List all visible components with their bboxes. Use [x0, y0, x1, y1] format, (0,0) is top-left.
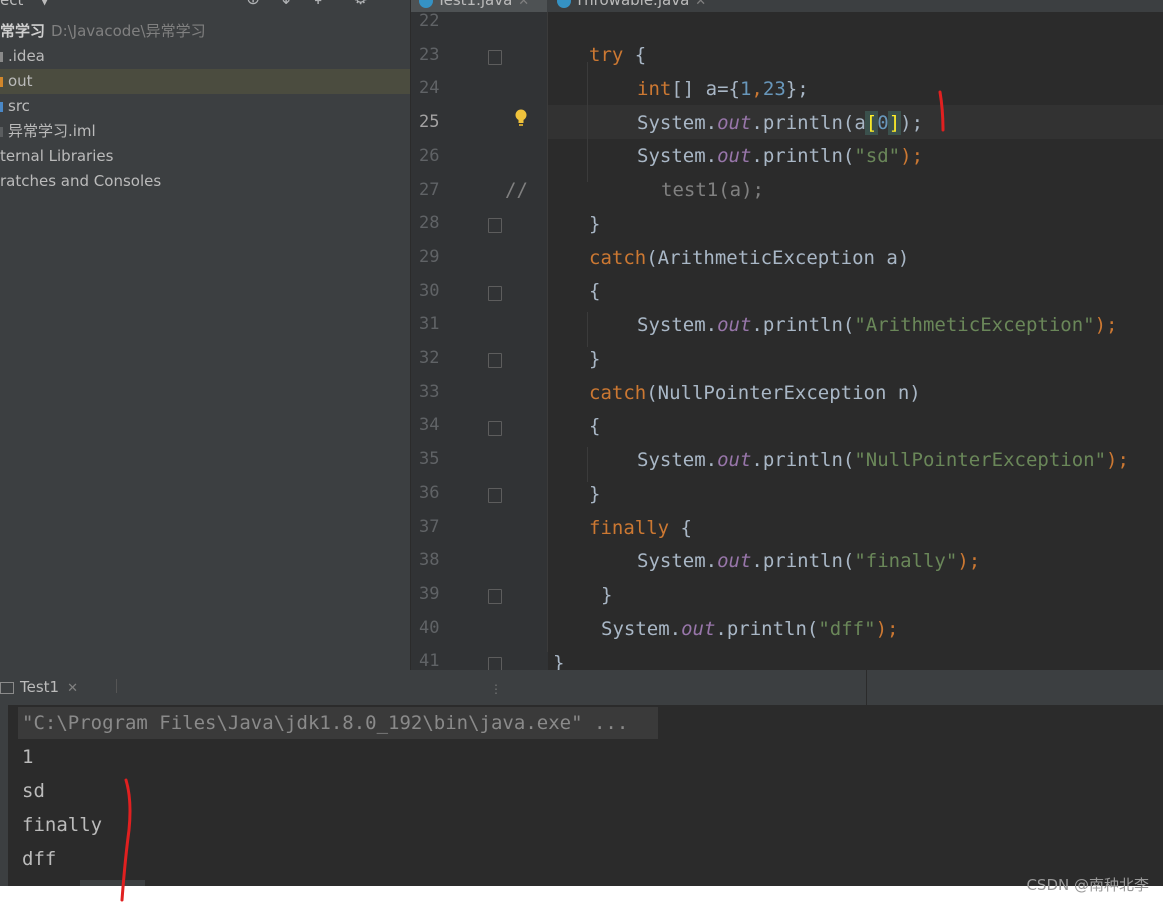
red-annotation-marks	[120, 90, 945, 902]
